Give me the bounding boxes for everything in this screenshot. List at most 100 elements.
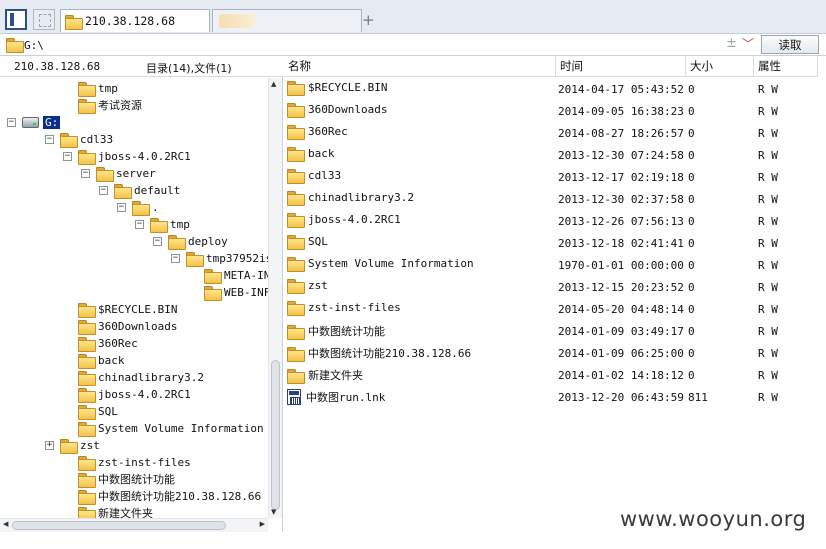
tree-node[interactable]: SQL (78, 403, 118, 420)
watermark: www.wooyun.org (620, 507, 807, 531)
file-row[interactable]: $RECYCLE.BIN 2014-04-17 05:43:52 0 R W (284, 79, 824, 101)
collapse-icon[interactable]: − (135, 220, 144, 229)
tree-node[interactable]: WEB-INF (204, 284, 268, 301)
tree-node[interactable]: back (78, 352, 125, 369)
path-input[interactable] (24, 37, 554, 53)
file-row[interactable]: 360Downloads 2014-09-05 16:38:23 0 R W (284, 101, 824, 123)
file-row[interactable]: 中数图run.lnk 2013-12-20 06:43:59 811 R W (284, 387, 824, 409)
file-time: 2014-01-09 06:25:00 (558, 347, 684, 360)
tab-active[interactable]: 210.38.128.68 (60, 9, 210, 32)
toggle-panel-button[interactable] (5, 9, 27, 30)
directory-tree[interactable]: tmp 考试资源 − G: − cdl33− jboss-4.0.2RC1− server − d… (0, 78, 268, 518)
tree-node[interactable]: 360Downloads (78, 318, 177, 335)
tree-node[interactable]: tmp (150, 216, 190, 233)
folder-icon (78, 81, 96, 97)
tree-node[interactable]: tmp37952is-ex (186, 250, 268, 267)
file-row[interactable]: back 2013-12-30 07:24:58 0 R W (284, 145, 824, 167)
expand-icon[interactable]: + (45, 441, 54, 450)
tree-node[interactable]: cdl33 (60, 131, 113, 148)
folder-icon (78, 98, 96, 114)
scroll-up-icon[interactable]: ▲ (271, 80, 276, 88)
tree-node-label: server (116, 166, 156, 180)
file-attributes: R W (758, 83, 778, 96)
tree-horizontal-scrollbar[interactable]: ◀ ▶ (0, 518, 268, 532)
collapse-icon[interactable]: − (7, 118, 16, 127)
tree-node-label: 中数图统计功能 (98, 473, 175, 486)
tree-node[interactable]: G: (22, 114, 61, 130)
add-tab-button[interactable]: + (362, 11, 375, 29)
collapse-icon[interactable]: − (63, 152, 72, 161)
file-attributes: R W (758, 303, 778, 316)
folder-icon (78, 149, 96, 165)
file-size: 0 (688, 193, 695, 206)
file-row[interactable]: System Volume Information 1970-01-01 00:0… (284, 255, 824, 277)
tree-node[interactable]: jboss-4.0.2RC1 (78, 148, 191, 165)
file-time: 2013-12-30 02:37:58 (558, 193, 684, 206)
tree-node[interactable]: jboss-4.0.2RC1 (78, 386, 191, 403)
column-header-attr[interactable]: 属性 (754, 56, 818, 77)
tree-node[interactable]: 考试资源 (78, 97, 142, 114)
file-row[interactable]: 新建文件夹 2014-01-02 14:18:12 0 R W (284, 365, 824, 387)
file-time: 2014-04-17 05:43:52 (558, 83, 684, 96)
tree-node[interactable]: . (132, 199, 159, 216)
file-size: 0 (688, 83, 695, 96)
scroll-right-icon[interactable]: ▶ (260, 520, 265, 528)
read-button[interactable]: 读取 (761, 35, 819, 54)
folder-icon (78, 404, 96, 420)
tree-node[interactable]: chinadlibrary3.2 (78, 369, 204, 386)
file-name: SQL (308, 235, 328, 248)
collapse-icon[interactable]: − (117, 203, 126, 212)
column-header-time[interactable]: 时间 (556, 56, 686, 77)
collapse-icon[interactable]: − (99, 186, 108, 195)
column-header-name[interactable]: 名称 (284, 56, 556, 77)
tree-node[interactable]: 中数图统计功能210.38.128.66 (78, 488, 261, 505)
file-row[interactable]: 中数图统计功能210.38.128.66 2014-01-09 06:25:00 0… (284, 343, 824, 365)
tree-node[interactable]: zst (60, 437, 100, 454)
file-attributes: R W (758, 215, 778, 228)
plus-minus-icon[interactable]: ± (726, 36, 737, 51)
tree-node[interactable]: 新建文件夹 (78, 505, 153, 518)
tree-node[interactable]: 360Rec (78, 335, 138, 352)
tab-inactive[interactable] (212, 9, 362, 32)
folder-icon (287, 103, 305, 118)
scroll-left-icon[interactable]: ◀ (3, 520, 8, 528)
tree-node-label: tmp (98, 81, 118, 95)
tree-vertical-scrollbar[interactable]: ▲ ▼ (268, 78, 282, 518)
collapse-icon[interactable]: − (153, 237, 162, 246)
tree-node[interactable]: META-INF (204, 267, 268, 284)
file-name-cell: 360Rec (287, 125, 348, 140)
scroll-down-icon[interactable]: ▼ (271, 508, 276, 516)
file-row[interactable]: 360Rec 2014-08-27 18:26:57 0 R W (284, 123, 824, 145)
scroll-thumb[interactable] (12, 521, 226, 530)
folder-icon (60, 132, 78, 148)
folder-icon (287, 147, 305, 162)
tree-node[interactable]: tmp (78, 80, 118, 97)
file-row[interactable]: jboss-4.0.2RC1 2013-12-26 07:56:13 0 R W (284, 211, 824, 233)
collapse-icon[interactable]: − (81, 169, 90, 178)
file-row[interactable]: chinadlibrary3.2 2013-12-30 02:37:58 0 R W (284, 189, 824, 211)
folder-icon (287, 125, 305, 140)
file-row[interactable]: 中数图统计功能 2014-01-09 03:49:17 0 R W (284, 321, 824, 343)
file-row[interactable]: zst-inst-files 2014-05-20 04:48:14 0 R W (284, 299, 824, 321)
folder-icon (78, 302, 96, 318)
file-row[interactable]: SQL 2013-12-18 02:41:41 0 R W (284, 233, 824, 255)
folder-icon (6, 38, 24, 53)
tree-node[interactable]: System Volume Information (78, 420, 264, 437)
collapse-icon[interactable]: − (45, 135, 54, 144)
tree-node[interactable]: $RECYCLE.BIN (78, 301, 177, 318)
tree-node[interactable]: zst-inst-files (78, 454, 191, 471)
tab-bar: 210.38.128.68 + (0, 0, 826, 34)
column-header-size[interactable]: 大小 (686, 56, 754, 77)
scroll-thumb[interactable] (271, 360, 280, 510)
file-row[interactable]: zst 2013-12-15 20:23:52 0 R W (284, 277, 824, 299)
tree-node[interactable]: server (96, 165, 156, 182)
tree-node-label: META-INF (224, 268, 268, 282)
file-time: 2014-09-05 16:38:23 (558, 105, 684, 118)
collapse-icon[interactable]: − (171, 254, 180, 263)
file-row[interactable]: cdl33 2013-12-17 02:19:18 0 R W (284, 167, 824, 189)
new-window-button[interactable] (33, 9, 55, 30)
tree-node[interactable]: default (114, 182, 180, 199)
tree-node[interactable]: 中数图统计功能 (78, 471, 175, 488)
chevron-down-icon[interactable]: ﹀ (742, 35, 754, 52)
tree-node[interactable]: deploy (168, 233, 228, 250)
